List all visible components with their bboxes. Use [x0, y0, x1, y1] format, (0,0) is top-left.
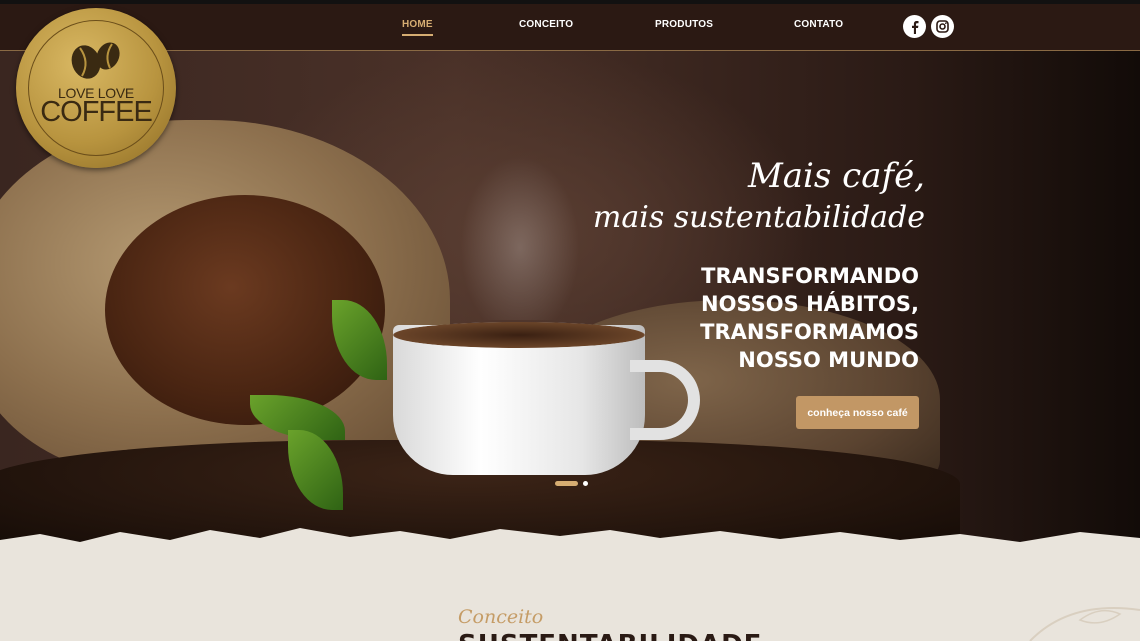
nav-home[interactable]: HOME — [402, 19, 433, 36]
torn-paper-edge — [0, 528, 1140, 560]
logo-text-coffee: COFFEE — [40, 96, 153, 128]
section-title: SUSTENTABILIDADE — [458, 630, 762, 641]
hero-script-line-2: mais sustentabilidade — [592, 200, 925, 235]
hero-headline-line-3: TRANSFORMAMOS — [700, 320, 919, 344]
section-label: Conceito — [458, 606, 544, 628]
nav-conceito[interactable]: CONCEITO — [519, 19, 573, 30]
hero-headline-line-1: TRANSFORMANDO — [701, 264, 919, 288]
nav-contato[interactable]: CONTATO — [794, 19, 843, 30]
decorative-leaf-icon — [1029, 607, 1140, 641]
slider-dot[interactable] — [583, 481, 588, 486]
hero-script-line-1: Mais café, — [747, 156, 925, 196]
nav-produtos[interactable]: PRODUTOS — [655, 19, 713, 30]
instagram-icon[interactable] — [931, 15, 954, 38]
brand-logo[interactable]: LOVE LOVE COFFEE — [16, 8, 176, 168]
top-navbar: HOME CONCEITO PRODUTOS CONTATO — [0, 0, 1140, 51]
hero-headline-line-2: NOSSOS HÁBITOS, — [701, 292, 919, 316]
coffee-bean-icon — [71, 42, 120, 79]
steam-image — [450, 140, 590, 320]
slider-dot-active[interactable] — [555, 481, 578, 486]
coffee-surface — [393, 322, 645, 348]
cta-button[interactable]: conheça nosso café — [796, 396, 919, 429]
facebook-icon[interactable] — [903, 15, 926, 38]
hero-headline-line-4: NOSSO MUNDO — [738, 348, 919, 372]
